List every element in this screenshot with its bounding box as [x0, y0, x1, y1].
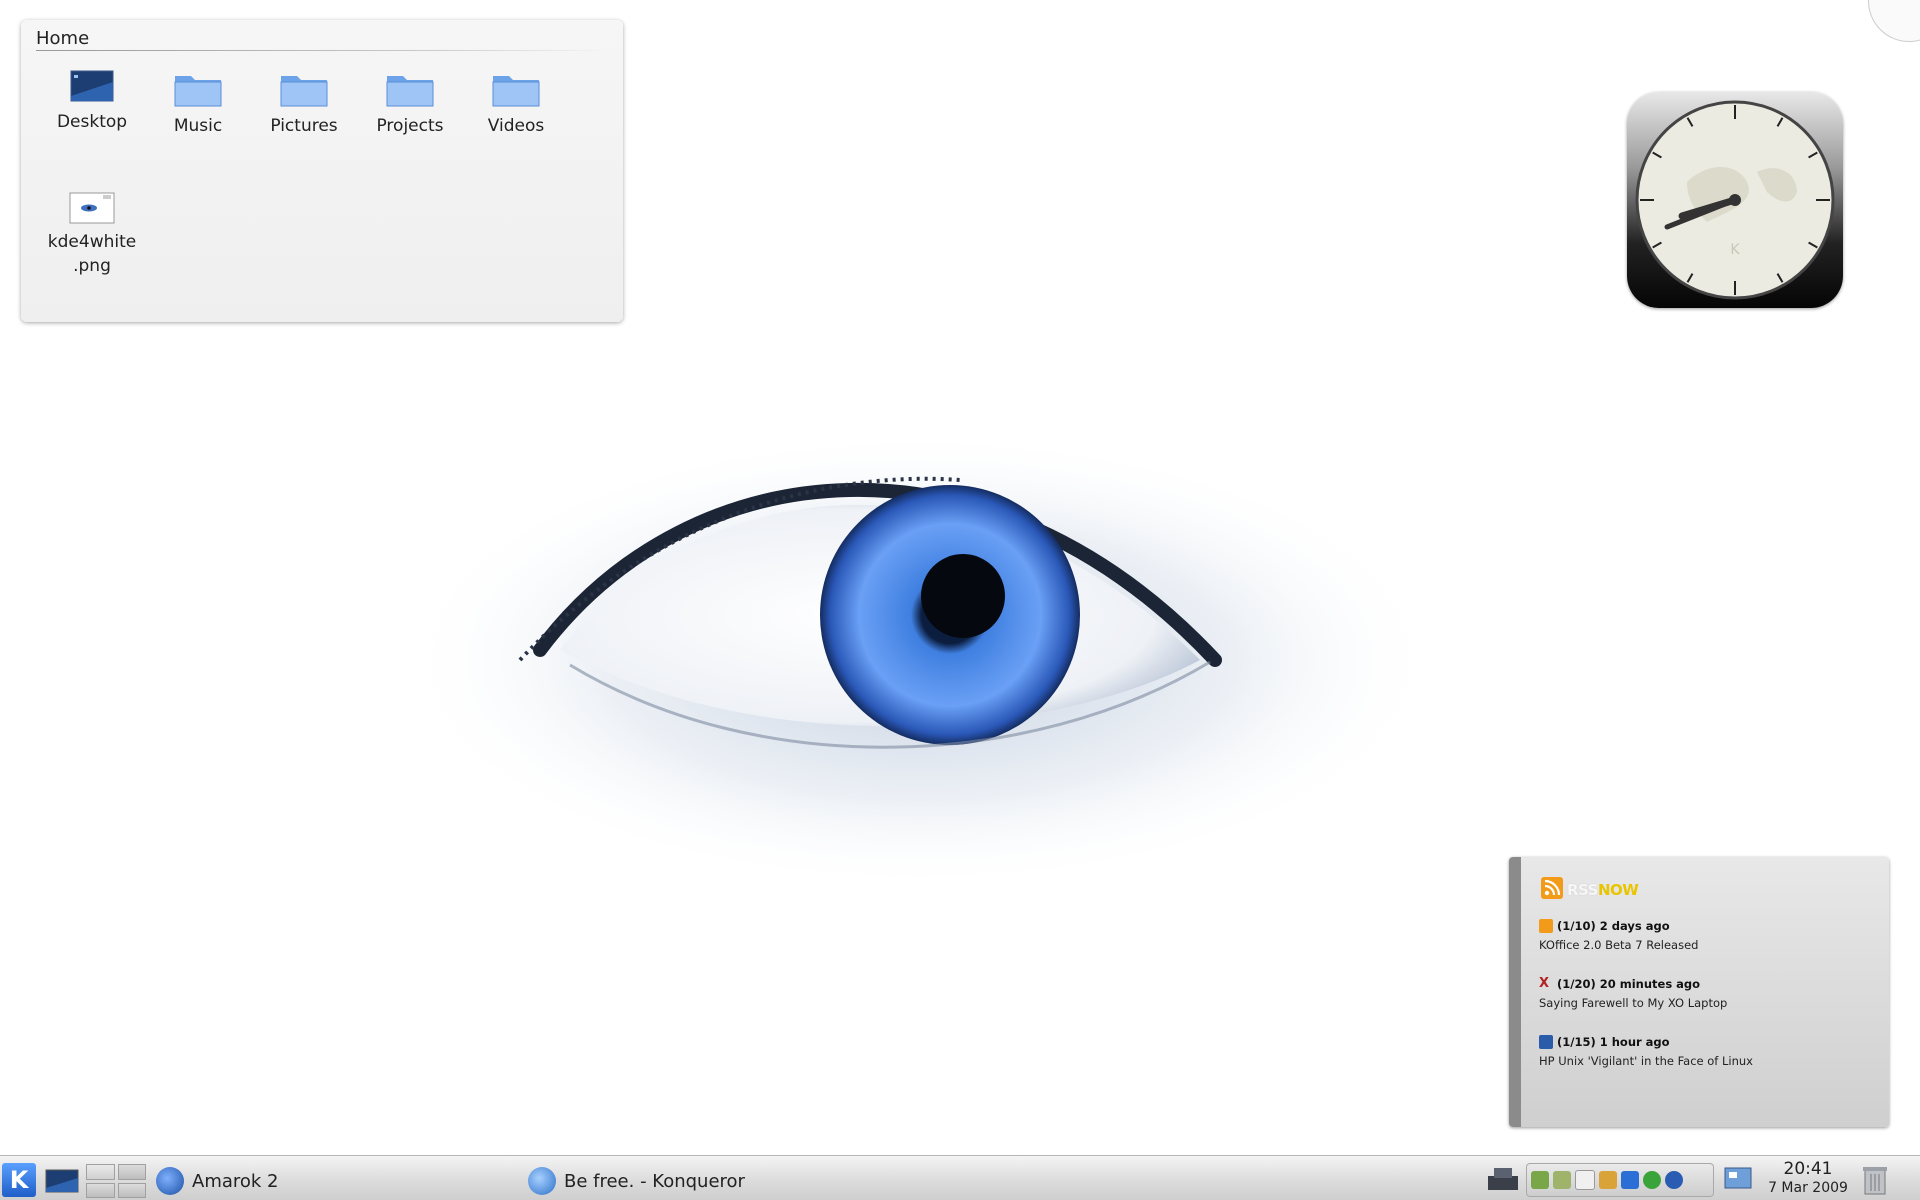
- folder-icon: [280, 76, 328, 107]
- amarok-icon: [156, 1167, 184, 1195]
- rss-entry-head: (1/15) 1 hour ago: [1557, 1035, 1670, 1049]
- task-label: Be free. - Konqueror: [564, 1170, 745, 1192]
- volume-icon[interactable]: [1531, 1171, 1549, 1189]
- projects-label: Projects: [376, 116, 444, 136]
- rss-entry-title[interactable]: HP Unix 'Vigilant' in the Face of Linux: [1539, 1054, 1753, 1068]
- kde4white-png-file[interactable]: kde4white .png: [42, 192, 142, 278]
- folder-icon: [386, 76, 434, 107]
- image-file-icon: [69, 192, 115, 224]
- amarok-tray-icon[interactable]: [1665, 1171, 1683, 1189]
- show-desktop-icon[interactable]: [45, 1169, 79, 1193]
- rss-entry[interactable]: X (1/20) 20 minutes ago Saying Farewell t…: [1539, 976, 1727, 1011]
- pager-desktop-4[interactable]: [117, 1182, 146, 1198]
- rss-entry-head: (1/10) 2 days ago: [1557, 919, 1670, 933]
- clock-time: 20:41: [1783, 1159, 1833, 1179]
- folder-icon: [492, 76, 540, 107]
- folder-view-divider: [36, 50, 608, 51]
- update-icon[interactable]: [1643, 1171, 1661, 1189]
- system-tray: [1526, 1163, 1714, 1197]
- now-logo-text: NOW: [1597, 881, 1639, 899]
- news-site-icon: [1539, 1035, 1553, 1049]
- rss-entry[interactable]: (1/10) 2 days ago KOffice 2.0 Beta 7 Rel…: [1539, 919, 1698, 952]
- digital-clock[interactable]: 20:41 7 Mar 2009: [1766, 1159, 1850, 1197]
- rss-entry-head: (1/20) 20 minutes ago: [1557, 977, 1701, 991]
- pictures-folder[interactable]: Pictures: [254, 68, 354, 138]
- music-label: Music: [173, 116, 223, 136]
- analog-clock-widget: K: [1627, 92, 1843, 308]
- desktop-item[interactable]: Desktop: [42, 68, 142, 134]
- folder-view-title: Home: [36, 28, 90, 49]
- svg-text:K: K: [1730, 242, 1740, 258]
- videos-folder[interactable]: Videos: [466, 68, 566, 138]
- konqueror-icon: [528, 1167, 556, 1195]
- task-label: Amarok 2: [192, 1170, 279, 1192]
- rss-entry[interactable]: (1/15) 1 hour ago HP Unix 'Vigilant' in …: [1539, 1035, 1753, 1068]
- desktop-icon: [70, 70, 114, 102]
- kde4white-label: kde4white .png: [47, 232, 137, 276]
- rss-entry-title[interactable]: KOffice 2.0 Beta 7 Released: [1539, 938, 1698, 952]
- clock-face: K: [1635, 100, 1835, 300]
- rss-entry-title[interactable]: Saying Farewell to My XO Laptop: [1539, 996, 1727, 1010]
- network-icon[interactable]: [1553, 1171, 1571, 1189]
- task-amarok[interactable]: Amarok 2: [156, 1164, 279, 1198]
- folder-view-widget: Home Desktop Music Pictures Projects Vid…: [21, 20, 623, 322]
- trash-icon[interactable]: [1862, 1164, 1888, 1196]
- folder-icon: [174, 76, 222, 107]
- device-notifier-icon[interactable]: [1486, 1166, 1520, 1192]
- desktop-label: Desktop: [56, 112, 128, 132]
- virtual-desktop-pager[interactable]: [86, 1164, 146, 1198]
- pager-desktop-2[interactable]: [117, 1164, 146, 1180]
- desktop-switch-icon[interactable]: [1724, 1166, 1752, 1192]
- x-site-icon: X: [1539, 976, 1550, 991]
- videos-label: Videos: [487, 116, 545, 136]
- lock-icon[interactable]: [1599, 1171, 1617, 1189]
- klipper-icon[interactable]: [1575, 1170, 1595, 1190]
- task-konqueror[interactable]: Be free. - Konqueror: [528, 1164, 745, 1198]
- bluetooth-icon[interactable]: [1621, 1171, 1639, 1189]
- rss-feed-icon: [1539, 919, 1553, 933]
- pager-desktop-3[interactable]: [86, 1182, 115, 1198]
- clock-date: 7 Mar 2009: [1768, 1180, 1848, 1196]
- kde-menu-button[interactable]: K: [2, 1163, 36, 1197]
- pictures-label: Pictures: [270, 116, 338, 136]
- pager-desktop-1[interactable]: [86, 1164, 115, 1180]
- rss-now-widget: RSSNOW (1/10) 2 days ago KOffice 2.0 Bet…: [1509, 857, 1889, 1127]
- music-folder[interactable]: Music: [148, 68, 248, 138]
- rss-logo-text: RSS: [1567, 881, 1598, 899]
- rss-feed-icon: [1541, 877, 1563, 899]
- taskbar-panel: K Amarok 2 Be free. - Konqueror 20:41 7: [0, 1155, 1920, 1200]
- projects-folder[interactable]: Projects: [360, 68, 460, 138]
